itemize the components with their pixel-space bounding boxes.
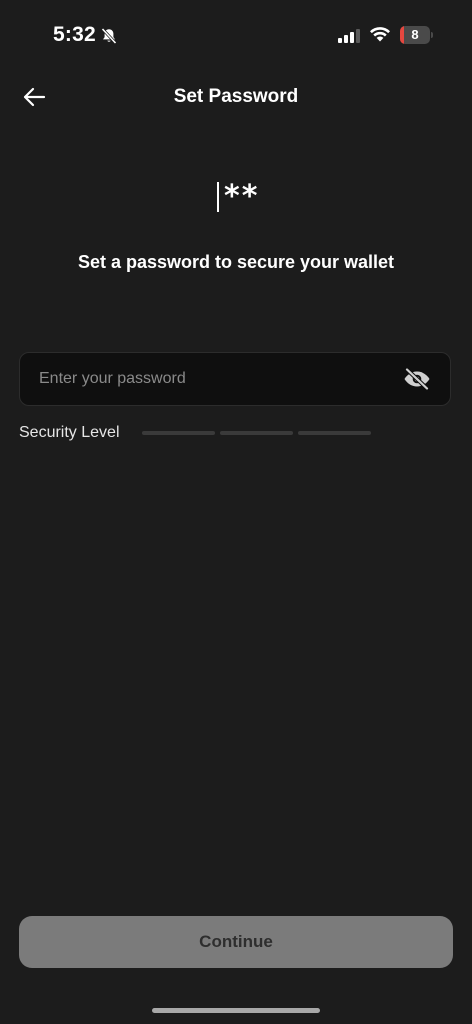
password-stars: **: [224, 179, 260, 214]
text-cursor-icon: [217, 182, 219, 212]
password-visibility-toggle[interactable]: [402, 366, 432, 392]
battery-cap: [431, 32, 433, 38]
status-bar: 5:32 8: [0, 0, 472, 72]
security-bar-segment: [142, 431, 215, 435]
battery-icon: 8: [400, 26, 434, 44]
subtitle: Set a password to secure your wallet: [77, 252, 395, 272]
security-bar-segment: [298, 431, 371, 435]
security-level-label: Security Level: [19, 424, 120, 441]
eye-off-icon: [404, 368, 430, 390]
security-bar-segment: [220, 431, 293, 435]
cellular-signal-icon: [338, 29, 360, 43]
bell-off-icon: [101, 27, 117, 45]
security-level-meter: [142, 431, 371, 435]
wifi-icon: [370, 27, 390, 42]
continue-button[interactable]: Continue: [19, 916, 453, 968]
password-illustration: **: [217, 180, 259, 214]
page-title: Set Password: [173, 86, 299, 107]
home-indicator: [152, 1008, 320, 1013]
battery-body: 8: [400, 26, 430, 44]
battery-level: 8: [411, 27, 419, 42]
password-field: [19, 352, 451, 406]
password-input[interactable]: [39, 353, 399, 405]
status-time: 5:32: [53, 23, 96, 46]
